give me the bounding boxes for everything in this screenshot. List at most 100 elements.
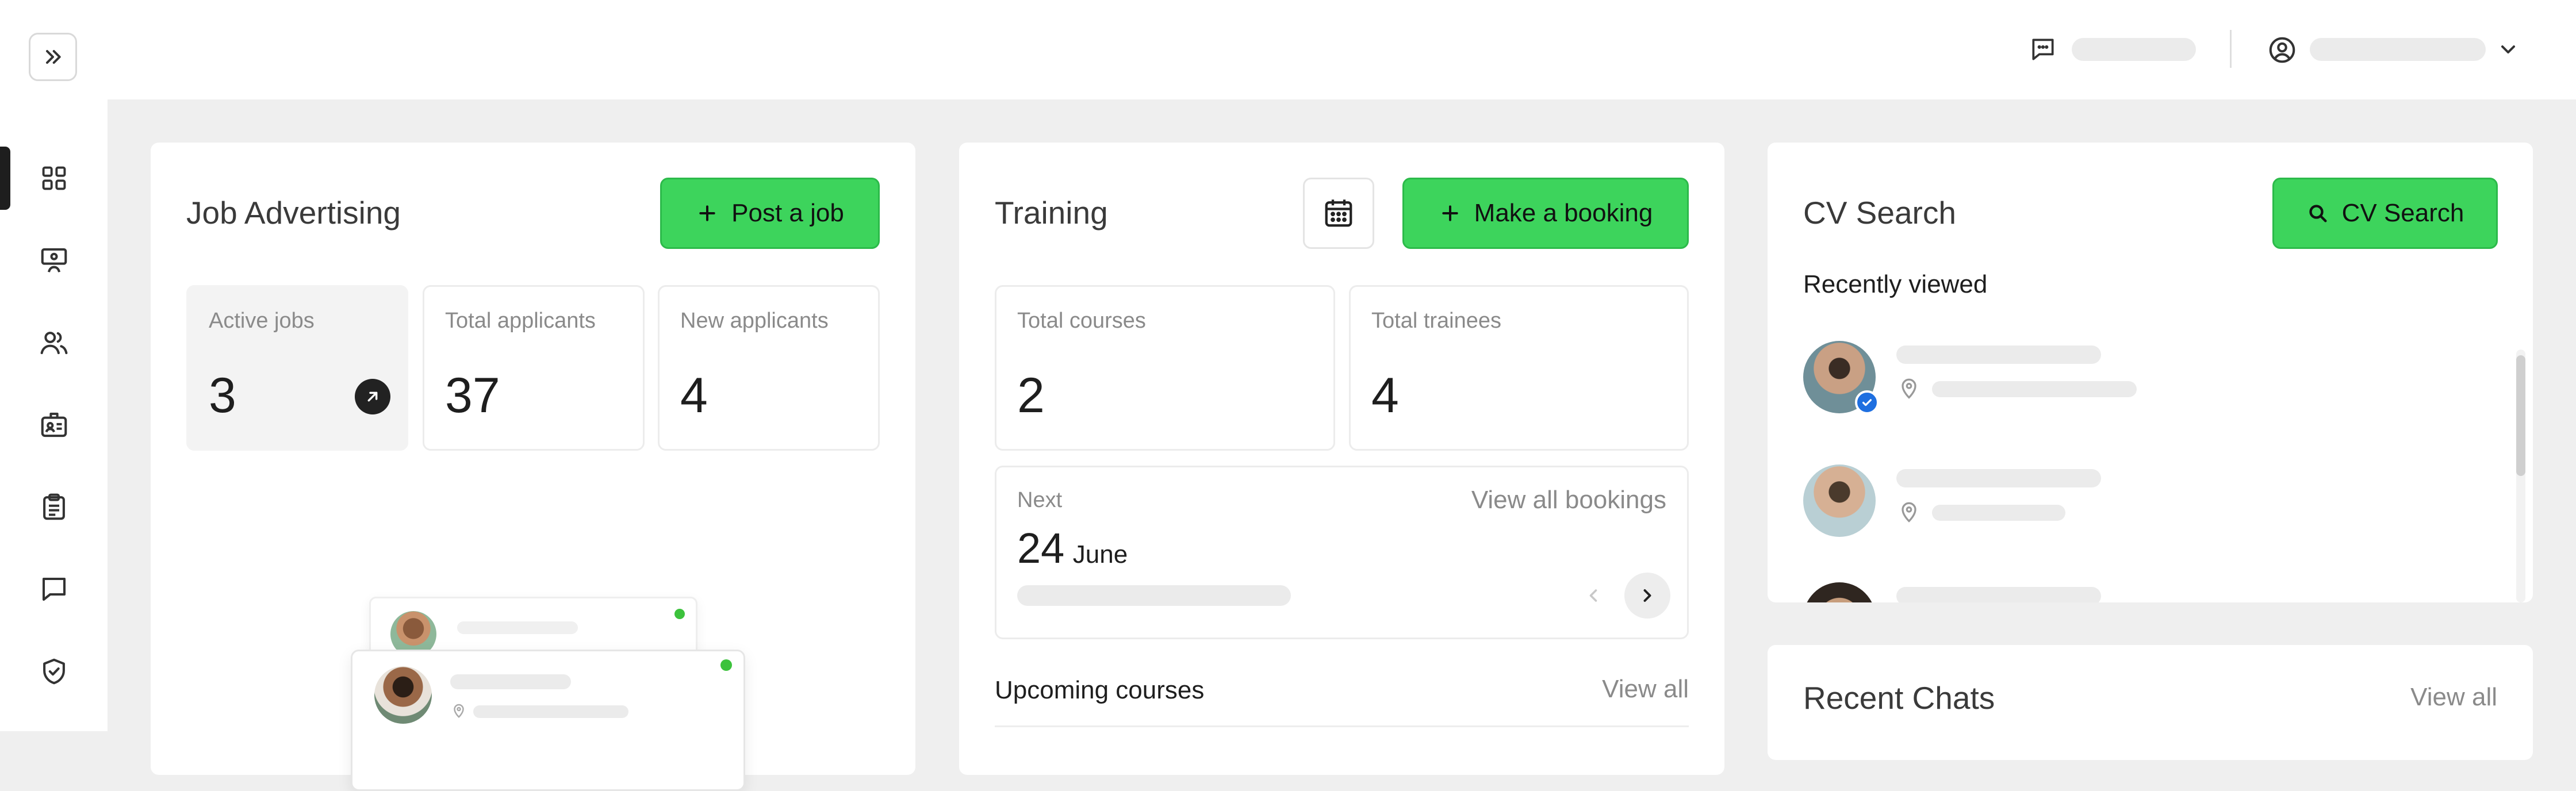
next-booking-panel: Next View all bookings 24 June <box>995 466 1689 639</box>
name-placeholder <box>1896 587 2101 602</box>
scrollbar-thumb[interactable] <box>2516 355 2525 476</box>
open-arrow-icon[interactable] <box>355 379 390 414</box>
next-button[interactable] <box>1624 573 1670 619</box>
name-placeholder <box>1896 469 2101 487</box>
chevron-down-icon <box>2501 45 2515 53</box>
prev-button[interactable] <box>1570 573 1616 619</box>
location-placeholder <box>1932 505 2065 521</box>
stat-value: 4 <box>1371 368 1399 423</box>
cv-search-card: CV Search CV Search Recently viewed <box>1768 143 2533 602</box>
avatar <box>374 666 432 724</box>
user-circle-icon <box>2269 37 2295 63</box>
booking-placeholder <box>1017 585 1291 606</box>
clipboard-icon <box>43 493 65 520</box>
presentation-icon <box>41 248 67 272</box>
list-item[interactable] <box>1803 341 2436 416</box>
sidebar-item-tasks[interactable] <box>0 475 108 539</box>
sidebar-item-security[interactable] <box>0 640 108 703</box>
stat-value: 37 <box>445 368 500 423</box>
stat-value: 4 <box>680 368 708 423</box>
applicant-illustration <box>351 597 745 791</box>
plus-icon <box>699 205 715 221</box>
location-pin-icon <box>1902 502 1916 523</box>
search-icon <box>2309 205 2327 222</box>
name-placeholder <box>457 621 578 634</box>
make-booking-button[interactable]: Make a booking <box>1402 178 1689 249</box>
upcoming-view-all-link[interactable]: View all <box>1602 675 1689 704</box>
sidebar <box>0 99 108 731</box>
grid-icon <box>42 166 66 190</box>
active-indicator <box>0 147 10 210</box>
shield-check-icon <box>43 658 65 685</box>
card-title: Job Advertising <box>186 195 401 231</box>
calendar-icon <box>1325 199 1352 227</box>
card-title: Training <box>995 195 1108 231</box>
name-placeholder <box>1896 345 2101 364</box>
stat-label: Total courses <box>1017 309 1146 333</box>
message-square-icon <box>2032 39 2054 60</box>
sidebar-item-candidates[interactable] <box>0 311 108 374</box>
stat-label: New applicants <box>680 309 829 333</box>
recent-chats-view-all-link[interactable]: View all <box>2410 683 2497 712</box>
calendar-button[interactable] <box>1303 178 1374 249</box>
sidebar-item-dashboard[interactable] <box>0 147 108 210</box>
total-trainees-stat[interactable]: Total trainees 4 <box>1349 285 1689 451</box>
post-job-label: Post a job <box>731 199 844 227</box>
post-job-button[interactable]: Post a job <box>660 178 880 249</box>
upcoming-courses-title: Upcoming courses <box>995 676 1205 704</box>
chevron-left-icon <box>1589 589 1597 602</box>
online-dot <box>720 659 732 671</box>
sidebar-item-jobs[interactable] <box>0 393 108 456</box>
divider <box>995 725 1689 727</box>
active-jobs-stat[interactable]: Active jobs 3 <box>186 285 408 451</box>
cv-search-button[interactable]: CV Search <box>2272 178 2498 249</box>
expand-sidebar-button[interactable] <box>29 33 77 81</box>
user-name-placeholder <box>2310 38 2486 61</box>
scrollbar[interactable] <box>2516 350 2525 602</box>
avatar <box>1803 582 1876 602</box>
next-month: June <box>1072 540 1128 569</box>
stat-value: 2 <box>1017 368 1045 423</box>
new-applicants-stat[interactable]: New applicants 4 <box>658 285 880 451</box>
recently-viewed-title: Recently viewed <box>1803 270 1988 298</box>
top-bar <box>0 0 2576 99</box>
stat-label: Total applicants <box>445 309 596 333</box>
next-date: 24 June <box>1017 524 1128 573</box>
location-pin-icon <box>1902 378 1916 399</box>
job-advertising-card: Job Advertising Post a job Active jobs 3… <box>151 143 915 791</box>
location-pin-icon <box>454 704 464 718</box>
stat-label: Active jobs <box>209 309 315 333</box>
plus-icon <box>1442 205 1458 221</box>
sidebar-item-training[interactable] <box>0 229 108 292</box>
chevrons-right-icon <box>46 50 61 64</box>
training-card: Training Make a booking Total courses 2 … <box>959 143 1724 775</box>
total-courses-stat[interactable]: Total courses 2 <box>995 285 1335 451</box>
messages-placeholder <box>2072 38 2196 61</box>
make-booking-label: Make a booking <box>1474 199 1653 227</box>
recent-chats-card: Recent Chats View all <box>1768 645 2533 760</box>
avatar <box>1803 464 1876 537</box>
chevron-right-icon <box>1643 589 1651 602</box>
stat-label: Total trainees <box>1371 309 1502 333</box>
users-icon <box>40 332 67 355</box>
card-title: Recent Chats <box>1803 680 1995 716</box>
chat-icon <box>42 577 66 601</box>
sidebar-item-messages[interactable] <box>0 558 108 621</box>
total-applicants-stat[interactable]: Total applicants 37 <box>423 285 645 451</box>
user-menu[interactable] <box>2267 32 2520 67</box>
stat-value: 3 <box>209 368 236 423</box>
header-divider <box>2230 30 2232 68</box>
name-placeholder <box>450 674 571 689</box>
cv-search-label: CV Search <box>2341 199 2464 227</box>
id-badge-icon <box>41 412 67 437</box>
applicant-card-front <box>351 650 745 791</box>
online-dot <box>674 609 685 619</box>
view-all-bookings-link[interactable]: View all bookings <box>1471 486 1666 514</box>
next-label: Next <box>1017 488 1063 512</box>
messages-menu[interactable] <box>2029 33 2201 66</box>
card-title: CV Search <box>1803 195 1956 231</box>
location-placeholder <box>473 705 628 718</box>
list-item[interactable] <box>1803 582 2436 602</box>
list-item[interactable] <box>1803 464 2436 539</box>
next-day: 24 <box>1017 524 1065 572</box>
